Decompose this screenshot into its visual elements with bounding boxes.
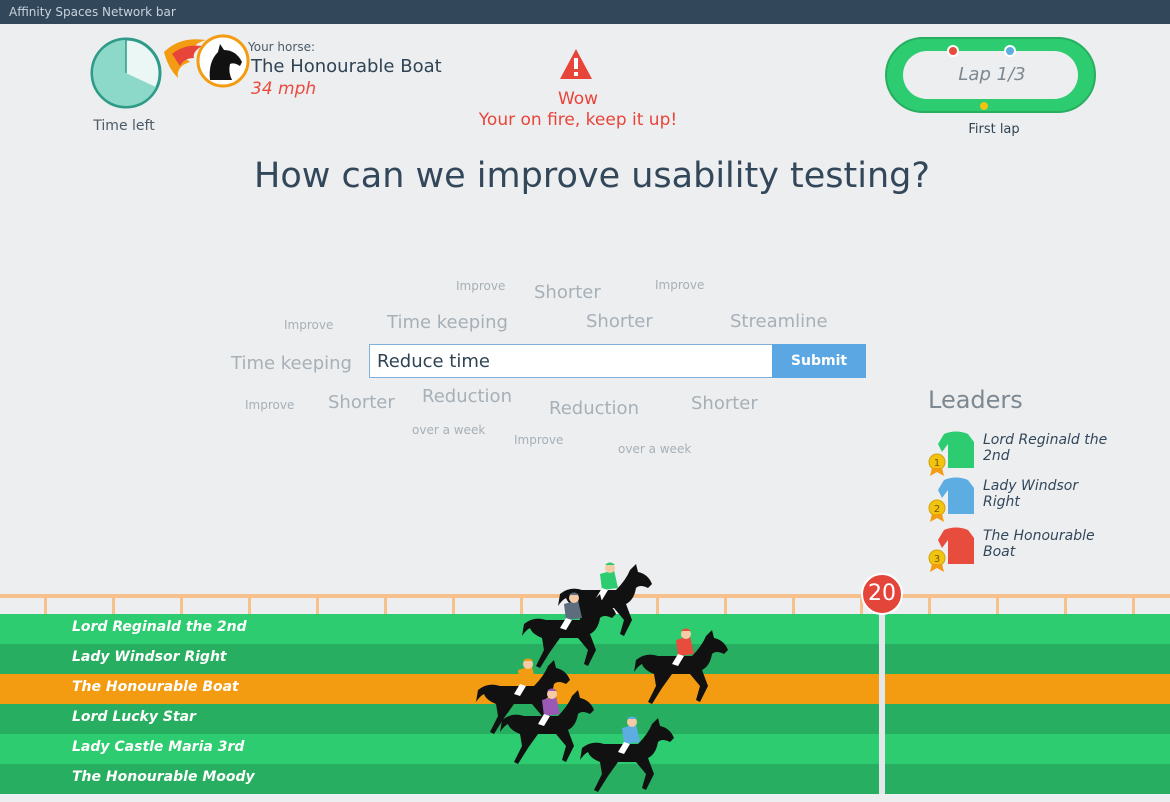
- fence-post: [928, 594, 931, 614]
- warning-triangle-icon: [560, 49, 592, 79]
- distance-marker-pole: [879, 612, 885, 794]
- leader-rank: 3: [934, 554, 940, 565]
- fence-post: [1064, 594, 1067, 614]
- fence-post: [656, 594, 659, 614]
- cloud-word: over a week: [618, 442, 692, 456]
- network-bar: Affinity Spaces Network bar: [0, 0, 1170, 24]
- lane-horse-name: Lady Windsor Right: [72, 649, 227, 665]
- your-horse-name: The Honourable Boat: [251, 56, 442, 77]
- cloud-word: Streamline: [730, 311, 828, 332]
- leader-entry: 1 Lord Reginald the 2nd: [926, 430, 1126, 480]
- fence-post: [44, 594, 47, 614]
- time-left-label: Time left: [93, 118, 155, 134]
- lane-horse-name: The Honourable Boat: [72, 679, 239, 695]
- leader-entry: 2 Lady Windsor Right: [926, 476, 1126, 526]
- leaders-title: Leaders: [928, 386, 1023, 414]
- cloud-word: Improve: [284, 318, 334, 332]
- cloud-word: Shorter: [328, 392, 395, 413]
- fence-post: [452, 594, 455, 614]
- lane-horse-name: Lord Reginald the 2nd: [72, 619, 247, 635]
- leader-name: The Honourable Boat: [983, 528, 1095, 560]
- fence-post: [248, 594, 251, 614]
- leader-rank: 1: [934, 458, 940, 469]
- time-left-clock-icon: [90, 37, 162, 109]
- lane-horse-name: Lord Lucky Star: [72, 709, 196, 725]
- leader-entry: 3 The Honourable Boat: [926, 526, 1126, 576]
- horse-speed: 34 mph: [251, 79, 317, 99]
- question-title: How can we improve usability testing?: [254, 156, 930, 196]
- jockey-shirt-icon: 3: [928, 527, 974, 572]
- lap-caption: First lap: [968, 122, 1020, 137]
- fence-post: [1132, 594, 1135, 614]
- leader-rank: 2: [934, 504, 940, 515]
- distance-marker: 20: [861, 573, 903, 615]
- flaming-horse-icon: [164, 34, 250, 88]
- cloud-word: Shorter: [534, 282, 601, 303]
- alert-title: Wow: [557, 89, 599, 109]
- fence-post: [384, 594, 387, 614]
- fence-post: [996, 594, 999, 614]
- cloud-word: over a week: [412, 423, 486, 437]
- cloud-word: Improve: [655, 278, 705, 292]
- cloud-word: Improve: [245, 398, 295, 412]
- lane-horse-name: The Honourable Moody: [72, 769, 255, 785]
- cloud-word: Shorter: [586, 311, 653, 332]
- horse-runner-icon: [578, 714, 676, 798]
- lap-counter: Lap 1/3: [958, 64, 1026, 85]
- fence-post: [724, 594, 727, 614]
- cloud-word: Improve: [456, 279, 506, 293]
- cloud-word: Time keeping: [387, 312, 508, 333]
- lane-horse-name: Lady Castle Maria 3rd: [72, 739, 245, 755]
- cloud-word: Time keeping: [231, 353, 352, 374]
- cloud-word: Shorter: [691, 393, 758, 414]
- submit-button[interactable]: Submit: [772, 344, 866, 378]
- jockey-shirt-icon: 1: [928, 431, 974, 476]
- cloud-word: Reduction: [549, 398, 639, 419]
- leader-name: Lady Windsor Right: [983, 478, 1079, 510]
- jockey-shirt-icon: 2: [928, 477, 974, 522]
- fence-post: [792, 594, 795, 614]
- cloud-word: Reduction: [422, 386, 512, 407]
- your-horse-label: Your horse:: [248, 40, 315, 54]
- fence-post: [112, 594, 115, 614]
- alert-message: Your on fire, keep it up!: [478, 110, 678, 130]
- horse-runner-icon: [632, 626, 730, 710]
- leader-name: Lord Reginald the 2nd: [983, 432, 1108, 464]
- fence-post: [180, 594, 183, 614]
- answer-input[interactable]: [369, 344, 774, 378]
- fence-post: [316, 594, 319, 614]
- cloud-word: Improve: [514, 433, 564, 447]
- network-bar-title: Affinity Spaces Network bar: [9, 5, 176, 19]
